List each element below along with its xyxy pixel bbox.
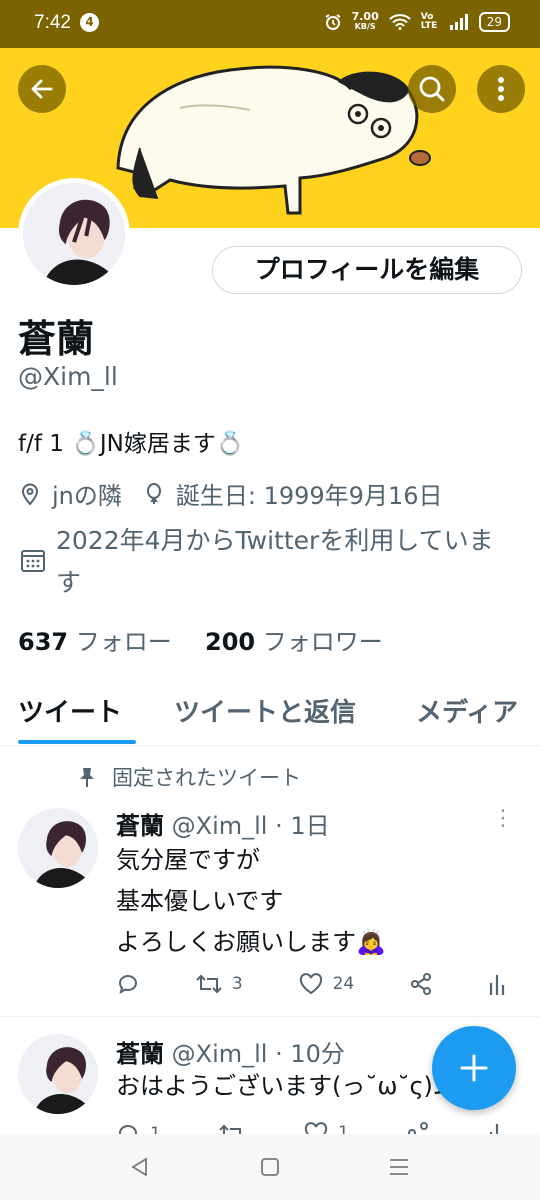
- pin-icon: [80, 768, 94, 787]
- nav-menu-icon[interactable]: [388, 1157, 410, 1177]
- tweet-avatar[interactable]: [18, 1034, 98, 1114]
- profile-birthday: 誕生日: 1999年9月16日: [175, 482, 443, 510]
- more-options-button[interactable]: [477, 65, 525, 113]
- tweet-meta: @Xim_ll · 1日: [171, 812, 330, 840]
- analytics-button[interactable]: [488, 973, 506, 995]
- search-button[interactable]: [408, 65, 456, 113]
- tweet-actions: 3 24: [116, 972, 506, 996]
- pinned-label-text: 固定されたツイート: [112, 766, 301, 790]
- followers-count: 200: [205, 628, 256, 656]
- tweet-header: 蒼蘭 @Xim_ll · 1日: [116, 806, 330, 841]
- tweet-avatar-illustration: [18, 1034, 98, 1114]
- like-icon: [304, 1122, 328, 1134]
- profile-tabs: ツイート ツイートと返信 メディア: [0, 686, 540, 746]
- tweet-line: 基本優しいです: [116, 887, 284, 915]
- calendar-icon: [21, 550, 45, 572]
- avatar-illustration: [23, 183, 125, 285]
- display-name: 蒼蘭: [18, 317, 95, 361]
- signal-icon: [449, 14, 468, 30]
- alarm-icon: [325, 14, 341, 30]
- tab-tweets-and-replies[interactable]: ツイートと返信: [174, 692, 356, 729]
- analytics-icon: [489, 975, 505, 995]
- volte-indicator: Vo LTE: [420, 12, 438, 31]
- system-nav-bar: [0, 1134, 540, 1200]
- retweet-button[interactable]: [219, 1122, 245, 1134]
- nav-home-icon[interactable]: [260, 1157, 280, 1177]
- retweet-count: 3: [231, 974, 243, 994]
- network-speed: 7.00 KB/S: [351, 10, 379, 32]
- share-button[interactable]: [410, 973, 432, 995]
- following-label: フォロー: [75, 628, 172, 656]
- tweet-line: おはようございます(っ˘ω˘ς)ム: [116, 1072, 457, 1100]
- share-button[interactable]: [407, 1122, 429, 1134]
- followers-link[interactable]: 200 フォロワー: [205, 628, 383, 656]
- tweet-avatar[interactable]: [18, 808, 98, 888]
- like-button[interactable]: 1: [304, 1122, 349, 1134]
- like-count: 24: [332, 974, 355, 994]
- more-vertical-icon: [498, 77, 504, 101]
- battery-indicator: 29: [478, 12, 510, 32]
- tweet-divider: [0, 1016, 540, 1017]
- profile-meta-row: jnの隣 誕生日: 1999年9月16日: [18, 476, 443, 511]
- tweet-actions: 1 1: [116, 1122, 506, 1134]
- tweet-line: よろしくお願いします🙇‍♀️: [116, 928, 386, 956]
- tweet-text: 気分屋ですが 基本優しいです よろしくお願いします🙇‍♀️: [116, 840, 386, 963]
- network-speed-value: 7.00: [351, 10, 379, 23]
- wifi-icon: [389, 14, 411, 30]
- tab-media[interactable]: メディア: [416, 692, 518, 729]
- reply-button[interactable]: 1: [116, 1122, 161, 1134]
- like-count: 1: [337, 1123, 349, 1134]
- balloon-icon: [142, 482, 166, 506]
- tab-tweets[interactable]: ツイート: [18, 692, 122, 729]
- network-speed-unit: KB/S: [354, 22, 376, 31]
- tweet-text: おはようございます(っ˘ω˘ς)ム: [116, 1066, 457, 1107]
- retweet-icon: [219, 1124, 242, 1134]
- profile-bio: f/f 1 💍JN嫁居ます💍: [18, 431, 245, 457]
- compose-plus-icon: [460, 1054, 488, 1082]
- retweet-icon: [196, 974, 222, 994]
- back-arrow-icon: [31, 79, 53, 99]
- profile-location: jnの隣: [52, 482, 122, 510]
- compose-tweet-button[interactable]: [432, 1026, 516, 1110]
- tweet-line: 気分屋ですが: [116, 846, 260, 874]
- tweet-author-name[interactable]: 蒼蘭: [116, 1040, 164, 1068]
- location-icon: [18, 482, 42, 506]
- profile-avatar[interactable]: [18, 178, 130, 290]
- notification-count-badge: 4: [80, 13, 99, 32]
- back-button[interactable]: [18, 65, 66, 113]
- tweet-more-icon[interactable]: ⋮: [492, 806, 514, 831]
- following-link[interactable]: 637 フォロー: [18, 628, 172, 656]
- tweet-author-name[interactable]: 蒼蘭: [116, 812, 164, 840]
- like-icon: [299, 973, 322, 995]
- status-icons: 7.00 KB/S Vo LTE 29: [324, 10, 510, 32]
- tweet-header: 蒼蘭 @Xim_ll · 10分: [116, 1034, 345, 1069]
- analytics-button[interactable]: [488, 1122, 506, 1134]
- user-handle: @Xim_ll: [18, 362, 118, 391]
- reply-count: 1: [150, 1124, 161, 1134]
- tweet-avatar-illustration: [18, 808, 98, 888]
- nav-back-icon[interactable]: [130, 1157, 150, 1177]
- edit-profile-button[interactable]: プロフィールを編集: [212, 246, 522, 294]
- tweet-meta: @Xim_ll · 10分: [171, 1040, 345, 1068]
- like-button[interactable]: 24: [299, 973, 355, 995]
- follow-stats: 637 フォロー 200 フォロワー: [18, 622, 383, 657]
- share-icon: [411, 973, 432, 995]
- pinned-tweet-label: 固定されたツイート: [78, 762, 301, 792]
- profile-joined-date: 2022年4月からTwitterを利用しています: [56, 526, 494, 597]
- status-bar: 7:42 4 7.00 KB/S Vo LTE 29: [0, 0, 540, 48]
- reply-icon: [119, 975, 137, 995]
- status-time: 7:42: [34, 12, 71, 33]
- share-icon: [408, 1122, 429, 1134]
- retweet-button[interactable]: 3: [196, 972, 243, 996]
- followers-label: フォロワー: [262, 628, 383, 656]
- search-icon: [419, 76, 445, 102]
- following-count: 637: [18, 628, 69, 656]
- reply-button[interactable]: [116, 972, 140, 996]
- reply-icon: [119, 1125, 137, 1134]
- active-tab-indicator: [18, 740, 136, 744]
- analytics-icon: [489, 1124, 505, 1134]
